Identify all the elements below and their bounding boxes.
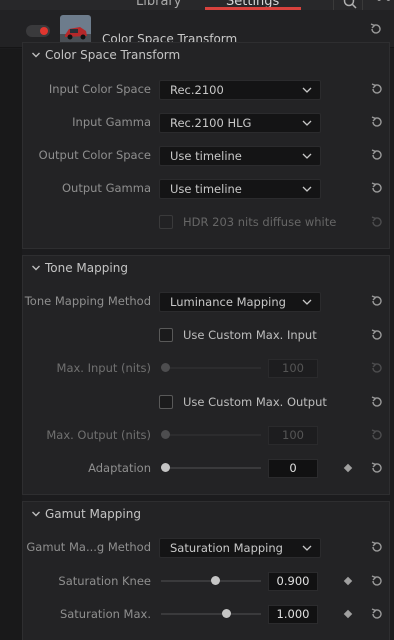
reset-icon[interactable] — [370, 428, 386, 444]
chevron-down-icon — [302, 87, 312, 93]
output-color-space-label: Output Color Space — [38, 148, 151, 162]
dropdown-value: Luminance Mapping — [170, 295, 286, 309]
reset-icon[interactable] — [370, 607, 386, 623]
slider-track — [161, 434, 261, 436]
dropdown-value: Saturation Mapping — [170, 541, 283, 555]
chevron-down-icon — [302, 545, 312, 551]
gamut-mapping-method-label: Gamut Ma...g Method — [26, 540, 151, 554]
dropdown-value: Use timeline — [170, 182, 242, 196]
reset-icon[interactable] — [370, 395, 386, 411]
left-strip — [0, 49, 22, 640]
section-header-gamut-mapping[interactable]: Gamut Mapping — [23, 502, 389, 528]
section-title: Color Space Transform — [45, 48, 181, 62]
hdr203-label: HDR 203 nits diffuse white — [183, 215, 337, 229]
section-tone-mapping: Tone Mapping Tone Mapping Method Luminan… — [22, 255, 390, 495]
saturation-knee-slider[interactable] — [161, 576, 261, 586]
input-color-space-label: Input Color Space — [48, 82, 151, 96]
slider-knob[interactable] — [211, 576, 220, 585]
hdr203-checkbox[interactable] — [159, 215, 173, 229]
section-title: Gamut Mapping — [45, 507, 141, 521]
adaptation-slider[interactable] — [161, 463, 261, 473]
reset-icon[interactable] — [370, 461, 386, 477]
effect-enable-toggle[interactable] — [26, 25, 50, 37]
dropdown-value: Rec.2100 HLG — [170, 116, 252, 130]
chevron-down-icon — [32, 265, 40, 271]
custom-max-output-label: Use Custom Max. Output — [183, 395, 327, 409]
custom-max-input-checkbox[interactable] — [159, 328, 173, 342]
adaptation-label: Adaptation — [88, 461, 151, 475]
reset-icon[interactable] — [370, 181, 386, 197]
output-color-space-dropdown[interactable]: Use timeline — [159, 146, 321, 166]
output-gamma-dropdown[interactable]: Use timeline — [159, 179, 321, 199]
section-color-space-transform: Color Space Transform Input Color Space … — [22, 42, 390, 249]
slider-knob[interactable] — [161, 463, 170, 472]
input-color-space-dropdown[interactable]: Rec.2100 — [159, 80, 321, 100]
max-output-label: Max. Output (nits) — [46, 428, 151, 442]
chevron-down-icon — [302, 153, 312, 159]
chevron-down-icon — [32, 52, 40, 58]
slider-knob[interactable] — [161, 430, 170, 439]
saturation-knee-value[interactable]: 0.900 — [268, 572, 318, 591]
max-output-value[interactable]: 100 — [268, 426, 318, 445]
reset-icon[interactable] — [369, 22, 385, 38]
gamut-mapping-method-dropdown[interactable]: Saturation Mapping — [159, 538, 321, 558]
reset-icon[interactable] — [370, 82, 386, 98]
reset-icon[interactable] — [370, 115, 386, 131]
section-title: Tone Mapping — [45, 261, 128, 275]
top-tab-bar: Library Settings ••• — [0, 0, 394, 10]
tone-mapping-method-dropdown[interactable]: Luminance Mapping — [159, 292, 321, 312]
chevron-down-icon — [32, 511, 40, 517]
reset-icon[interactable] — [370, 148, 386, 164]
tab-library[interactable]: Library — [136, 0, 181, 9]
max-output-slider[interactable] — [161, 430, 261, 440]
keyframe-icon[interactable] — [343, 609, 353, 619]
dropdown-value: Rec.2100 — [170, 83, 224, 97]
input-gamma-label: Input Gamma — [72, 115, 151, 129]
dropdown-value: Use timeline — [170, 149, 242, 163]
custom-max-input-label: Use Custom Max. Input — [183, 328, 317, 342]
reset-icon[interactable] — [370, 361, 386, 377]
custom-max-output-checkbox[interactable] — [159, 395, 173, 409]
saturation-max-slider[interactable] — [161, 609, 261, 619]
saturation-max-label: Saturation Max. — [59, 607, 151, 621]
section-header-cst[interactable]: Color Space Transform — [23, 43, 389, 69]
output-gamma-label: Output Gamma — [61, 181, 151, 195]
keyframe-icon[interactable] — [343, 463, 353, 473]
section-header-tone-mapping[interactable]: Tone Mapping — [23, 256, 389, 282]
slider-track — [161, 613, 261, 615]
slider-track — [161, 367, 261, 369]
reset-icon[interactable] — [370, 540, 386, 556]
saturation-knee-label: Saturation Knee — [58, 574, 151, 588]
keyframe-icon[interactable] — [343, 576, 353, 586]
section-gamut-mapping: Gamut Mapping Gamut Ma...g Method Satura… — [22, 501, 390, 640]
reset-icon[interactable] — [370, 574, 386, 590]
slider-track — [161, 467, 261, 469]
reset-icon[interactable] — [370, 215, 386, 231]
slider-knob[interactable] — [222, 609, 231, 618]
chevron-down-icon — [302, 120, 312, 126]
max-input-label: Max. Input (nits) — [56, 361, 151, 375]
search-button[interactable] — [333, 0, 363, 10]
input-gamma-dropdown[interactable]: Rec.2100 HLG — [159, 113, 321, 133]
saturation-max-value[interactable]: 1.000 — [268, 605, 318, 624]
slider-knob[interactable] — [161, 363, 170, 372]
reset-icon[interactable] — [370, 328, 386, 344]
adaptation-value[interactable]: 0 — [268, 459, 318, 478]
more-icon[interactable]: ••• — [375, 0, 394, 8]
reset-icon[interactable] — [370, 294, 386, 310]
chevron-down-icon — [302, 186, 312, 192]
max-input-slider[interactable] — [161, 363, 261, 373]
tone-mapping-method-label: Tone Mapping Method — [24, 294, 151, 308]
search-icon — [343, 0, 357, 9]
chevron-down-icon — [302, 299, 312, 305]
max-input-value[interactable]: 100 — [268, 359, 318, 378]
